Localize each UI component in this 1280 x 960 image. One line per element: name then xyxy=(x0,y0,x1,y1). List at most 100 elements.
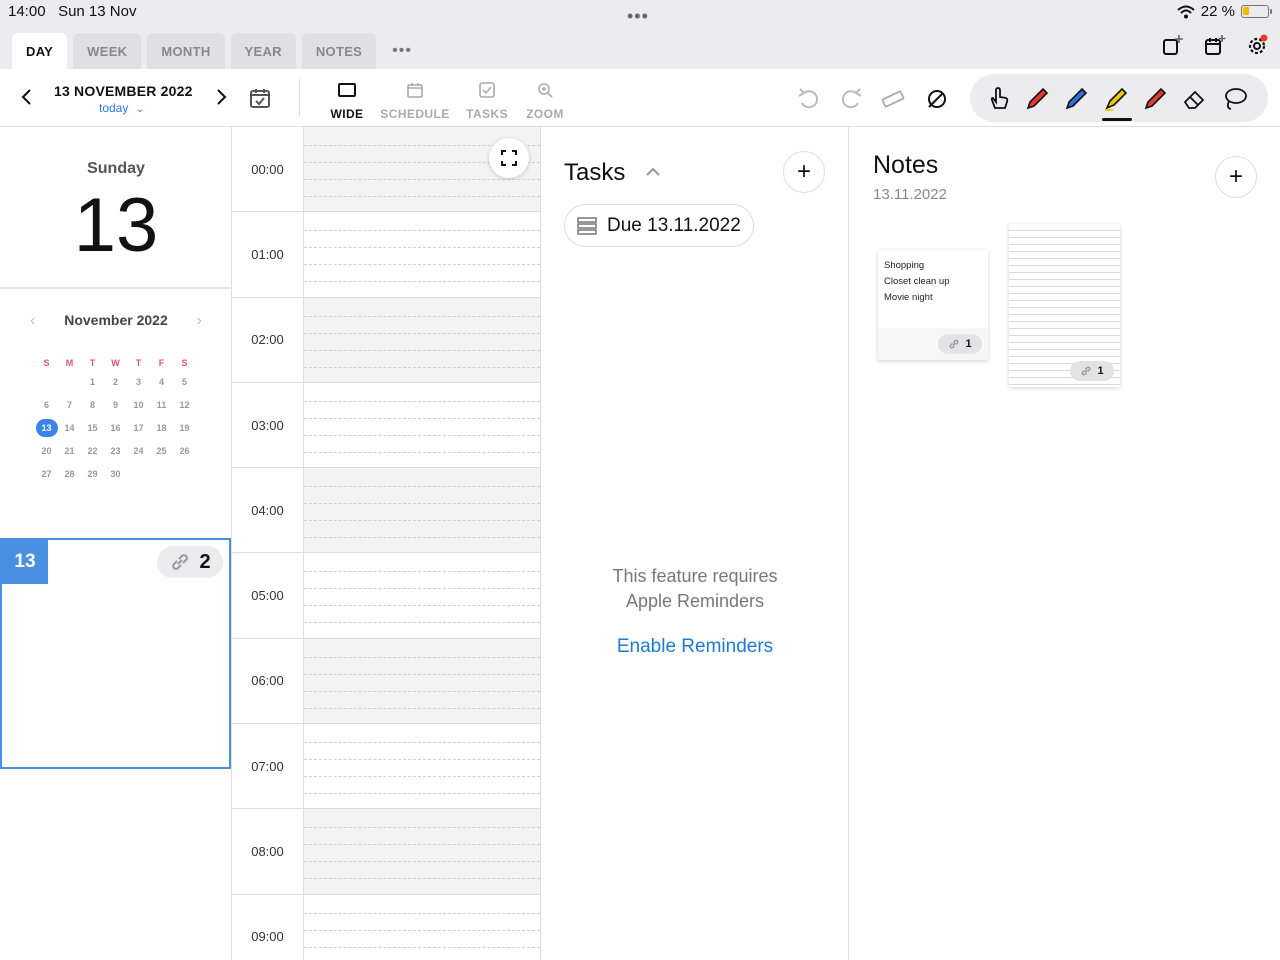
calendar-day[interactable]: 21 xyxy=(58,442,81,460)
status-time: 14:00 Sun 13 Nov xyxy=(8,3,136,20)
quarter-hour-line xyxy=(304,349,540,351)
calendar-day[interactable]: 6 xyxy=(35,396,58,414)
view-wide-button[interactable]: WIDE xyxy=(312,79,382,121)
calendar-day[interactable]: 9 xyxy=(104,396,127,414)
calendar-day[interactable]: 17 xyxy=(127,419,150,437)
due-filter-pill[interactable]: Due 13.11.2022 xyxy=(564,204,754,247)
hour-slot[interactable] xyxy=(304,468,540,553)
hour-slot[interactable] xyxy=(304,383,540,467)
link-count-badge[interactable]: 2 xyxy=(157,546,223,578)
hour-row[interactable]: 04:00 xyxy=(232,468,540,554)
note-card[interactable]: Shopping Closet clean up Movie night 1 xyxy=(878,250,988,360)
calendar-day[interactable]: 29 xyxy=(81,465,104,483)
eraser-icon[interactable] xyxy=(1182,86,1208,112)
calendar-day[interactable]: 22 xyxy=(81,442,104,460)
weekday-header: W xyxy=(111,358,120,368)
redo-icon[interactable] xyxy=(838,87,864,111)
current-date-title[interactable]: 13 NOVEMBER 2022 xyxy=(54,83,193,99)
red-marker-icon[interactable] xyxy=(1142,86,1168,112)
calendar-day[interactable]: 7 xyxy=(58,396,81,414)
ruler-icon[interactable] xyxy=(880,87,906,111)
calendar-empty-cell xyxy=(35,373,58,391)
calendar-day[interactable]: 15 xyxy=(81,419,104,437)
note-link-badge[interactable]: 1 xyxy=(1070,361,1114,381)
expand-button[interactable] xyxy=(489,138,529,178)
hour-row[interactable]: 01:00 xyxy=(232,212,540,298)
today-dropdown[interactable]: today ⌄ xyxy=(99,101,144,115)
note-link-badge[interactable]: 1 xyxy=(938,334,982,354)
quarter-hour-line xyxy=(304,196,540,197)
enable-reminders-link[interactable]: Enable Reminders xyxy=(541,636,849,658)
calendar-day[interactable]: 8 xyxy=(81,396,104,414)
calendar-day[interactable]: 25 xyxy=(150,442,173,460)
hour-slot[interactable] xyxy=(304,212,540,296)
tasks-title: Tasks xyxy=(564,159,626,186)
chevron-up-icon[interactable] xyxy=(645,167,661,177)
blue-pen-icon[interactable] xyxy=(1063,86,1089,112)
calendar-day[interactable]: 4 xyxy=(150,373,173,391)
tab-year[interactable]: YEAR xyxy=(230,33,296,69)
new-calendar-icon[interactable] xyxy=(1204,34,1226,56)
note-card-lined[interactable]: 1 xyxy=(1009,224,1120,387)
calendar-day[interactable]: 20 xyxy=(35,442,58,460)
calendar-check-icon[interactable] xyxy=(249,87,271,109)
calendar-day[interactable]: 23 xyxy=(104,442,127,460)
multitasking-dots-icon[interactable]: ••• xyxy=(627,6,649,27)
next-day-arrow-icon[interactable] xyxy=(214,88,228,106)
calendar-day[interactable]: 19 xyxy=(173,419,196,437)
top-actions xyxy=(1162,34,1268,56)
view-zoom-button[interactable]: ZOOM xyxy=(510,79,580,121)
calendar-day[interactable]: 2 xyxy=(104,373,127,391)
calendar-day[interactable]: 26 xyxy=(173,442,196,460)
hour-slot[interactable] xyxy=(304,638,540,724)
calendar-day[interactable]: 30 xyxy=(104,465,127,483)
hour-row[interactable]: 08:00 xyxy=(232,809,540,895)
view-schedule-button[interactable]: SCHEDULE xyxy=(380,79,450,121)
red-pencil-icon[interactable] xyxy=(1024,86,1050,112)
hour-row[interactable]: 02:00 xyxy=(232,297,540,383)
hour-label: 02:00 xyxy=(232,297,304,382)
new-note-icon[interactable] xyxy=(1162,34,1184,56)
calendar-day[interactable]: 10 xyxy=(127,396,150,414)
calendar-day[interactable]: 24 xyxy=(127,442,150,460)
time-grid[interactable]: 00:00 01:00 02:00 03:00 04:00 05:00 06:00 07:00… xyxy=(232,127,541,960)
hour-label: 05:00 xyxy=(232,553,304,638)
previous-day-arrow-icon[interactable] xyxy=(20,88,34,106)
hour-slot[interactable] xyxy=(304,809,540,894)
yellow-highlighter-icon[interactable] xyxy=(1103,86,1129,112)
tab-notes[interactable]: NOTES xyxy=(301,33,377,69)
calendar-day[interactable]: 16 xyxy=(104,419,127,437)
calendar-day[interactable]: 1 xyxy=(81,373,104,391)
next-month-icon[interactable]: › xyxy=(197,312,202,330)
lasso-icon[interactable] xyxy=(1222,86,1248,112)
calendar-day[interactable]: 14 xyxy=(58,419,81,437)
hour-row[interactable]: 03:00 xyxy=(232,382,540,469)
add-note-button[interactable]: + xyxy=(1215,156,1257,198)
hour-row[interactable]: 07:00 xyxy=(232,724,540,810)
calendar-day[interactable]: 5 xyxy=(173,373,196,391)
hour-slot[interactable] xyxy=(304,297,540,382)
add-task-button[interactable]: + xyxy=(783,151,825,193)
hour-row[interactable]: 09:00 xyxy=(232,894,540,960)
hand-tool-icon[interactable] xyxy=(986,86,1012,112)
hour-row[interactable]: 05:00 xyxy=(232,553,540,639)
day-notes-card[interactable]: 13 2 xyxy=(0,538,231,769)
hour-row[interactable]: 06:00 xyxy=(232,638,540,725)
tab-month[interactable]: MONTH xyxy=(147,33,225,69)
calendar-day[interactable]: 12 xyxy=(173,396,196,414)
more-tabs-icon[interactable]: ••• xyxy=(382,33,422,69)
hour-slot[interactable] xyxy=(304,895,540,960)
hour-slot[interactable] xyxy=(304,553,540,637)
calendar-day[interactable]: 3 xyxy=(127,373,150,391)
settings-icon[interactable] xyxy=(1246,34,1268,56)
calendar-day[interactable]: 13 xyxy=(35,419,58,437)
calendar-day[interactable]: 11 xyxy=(150,396,173,414)
shape-recognition-icon[interactable] xyxy=(924,87,950,111)
tab-week[interactable]: WEEK xyxy=(73,33,142,69)
tab-day[interactable]: DAY xyxy=(12,33,68,69)
hour-slot[interactable] xyxy=(304,724,540,808)
calendar-day[interactable]: 18 xyxy=(150,419,173,437)
undo-icon[interactable] xyxy=(796,87,822,111)
calendar-day[interactable]: 28 xyxy=(58,465,81,483)
calendar-day[interactable]: 27 xyxy=(35,465,58,483)
